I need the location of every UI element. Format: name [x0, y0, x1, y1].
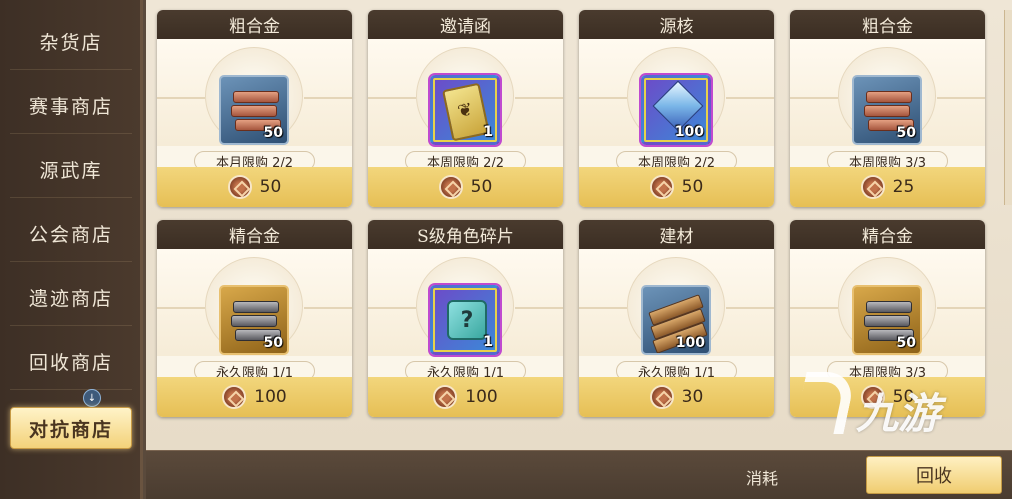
divider: [368, 307, 416, 309]
price-bar[interactable]: 100: [157, 377, 352, 417]
price-value: 50: [470, 177, 493, 197]
copper-ingot-icon: 50: [852, 75, 922, 145]
card-body: 50 本月限购 2/2: [157, 39, 352, 171]
card-body: 50 本周限购 3/3: [790, 249, 985, 381]
price-value: 25: [892, 177, 915, 197]
price-bar[interactable]: 30: [579, 377, 774, 417]
sidebar-item-ruins-shop[interactable]: 遗迹商店: [10, 270, 132, 326]
card-body: 50 永久限购 1/1: [157, 249, 352, 381]
divider: [726, 307, 774, 309]
sidebar-item-recycle-shop[interactable]: 回收商店: [10, 334, 132, 390]
divider: [937, 97, 985, 99]
sidebar-item-guild-shop[interactable]: 公会商店: [10, 206, 132, 262]
item-name: 精合金: [790, 220, 985, 249]
steel-ingot-icon: 50: [219, 285, 289, 355]
price-value: 50: [681, 177, 704, 197]
card-body: 50 本周限购 3/3: [790, 39, 985, 171]
notification-badge: ↓: [83, 389, 101, 407]
item-quantity: 100: [674, 124, 704, 140]
sidebar-item-pvp-shop[interactable]: 对抗商店: [10, 407, 132, 449]
shop-card[interactable]: S级角色碎片 ? 1 永久限购 1/1 100: [368, 220, 563, 417]
divider: [515, 307, 563, 309]
card-body: 100 本周限购 2/2: [579, 39, 774, 171]
currency-icon: [433, 385, 458, 409]
item-name: 建材: [579, 220, 774, 249]
item-name: 粗合金: [790, 10, 985, 39]
divider: [579, 307, 627, 309]
card-body: ? 1 永久限购 1/1: [368, 249, 563, 381]
item-quantity: 50: [263, 335, 283, 351]
watermark-text: 九游: [856, 389, 941, 438]
puzzle-icon: ? 1: [430, 285, 500, 355]
divider: [157, 97, 205, 99]
item-name: 精合金: [157, 220, 352, 249]
card-body: 1 本周限购 2/2: [368, 39, 563, 171]
currency-icon: [649, 385, 674, 409]
bottom-bar: 消耗 回收: [146, 450, 1012, 499]
item-quantity: 100: [675, 335, 705, 351]
sidebar-item-event-shop[interactable]: 赛事商店: [10, 78, 132, 134]
divider: [368, 97, 416, 99]
item-name: S级角色碎片: [368, 220, 563, 249]
price-value: 100: [465, 387, 498, 407]
divider: [157, 307, 205, 309]
divider: [790, 97, 838, 99]
ticket-icon: 1: [430, 75, 500, 145]
price-value: 50: [259, 177, 282, 197]
currency-icon: [222, 385, 247, 409]
price-bar[interactable]: 50: [368, 167, 563, 207]
currency-icon: [649, 175, 674, 199]
divider: [937, 307, 985, 309]
currency-icon: [438, 175, 463, 199]
card-body: 100 永久限购 1/1: [579, 249, 774, 381]
shop-card[interactable]: 粗合金 50 本周限购 3/3 25: [790, 10, 985, 207]
item-name: 邀请函: [368, 10, 563, 39]
price-bar[interactable]: 100: [368, 377, 563, 417]
price-bar[interactable]: 50: [579, 167, 774, 207]
item-name: 源核: [579, 10, 774, 39]
item-quantity: 50: [263, 125, 283, 141]
copper-ingot-icon: 50: [219, 75, 289, 145]
planks-icon: 100: [641, 285, 711, 355]
item-quantity: 50: [896, 335, 916, 351]
steel-ingot-icon: 50: [852, 285, 922, 355]
price-bar[interactable]: 50: [157, 167, 352, 207]
currency-icon: [860, 175, 885, 199]
divider: [304, 307, 352, 309]
price-value: 30: [681, 387, 704, 407]
shop-card[interactable]: 精合金 50 永久限购 1/1 100: [157, 220, 352, 417]
consume-label: 消耗: [746, 469, 779, 488]
shop-card[interactable]: 粗合金 50 本月限购 2/2 50: [157, 10, 352, 207]
price-value: 100: [254, 387, 287, 407]
currency-icon: [227, 175, 252, 199]
shop-card[interactable]: 建材 100 永久限购 1/1 30: [579, 220, 774, 417]
scroll-edge: [1004, 10, 1012, 205]
divider: [515, 97, 563, 99]
divider: [790, 307, 838, 309]
shop-card[interactable]: 源核 100 本周限购 2/2 50: [579, 10, 774, 207]
crystal-icon: 100: [641, 75, 711, 145]
shop-sidebar: 杂货店 赛事商店 源武库 公会商店 遗迹商店 回收商店 ↓ 对抗商店: [0, 0, 143, 499]
price-bar[interactable]: 25: [790, 167, 985, 207]
divider: [579, 97, 627, 99]
sidebar-item-armory[interactable]: 源武库: [10, 142, 132, 198]
item-quantity: 1: [483, 334, 493, 350]
shop-card[interactable]: 邀请函 1 本周限购 2/2 50: [368, 10, 563, 207]
item-quantity: 1: [483, 124, 493, 140]
sidebar-item-general-store[interactable]: 杂货店: [10, 14, 132, 70]
item-name: 粗合金: [157, 10, 352, 39]
divider: [304, 97, 352, 99]
item-quantity: 50: [896, 125, 916, 141]
reclaim-button[interactable]: 回收: [866, 456, 1002, 494]
divider: [726, 97, 774, 99]
